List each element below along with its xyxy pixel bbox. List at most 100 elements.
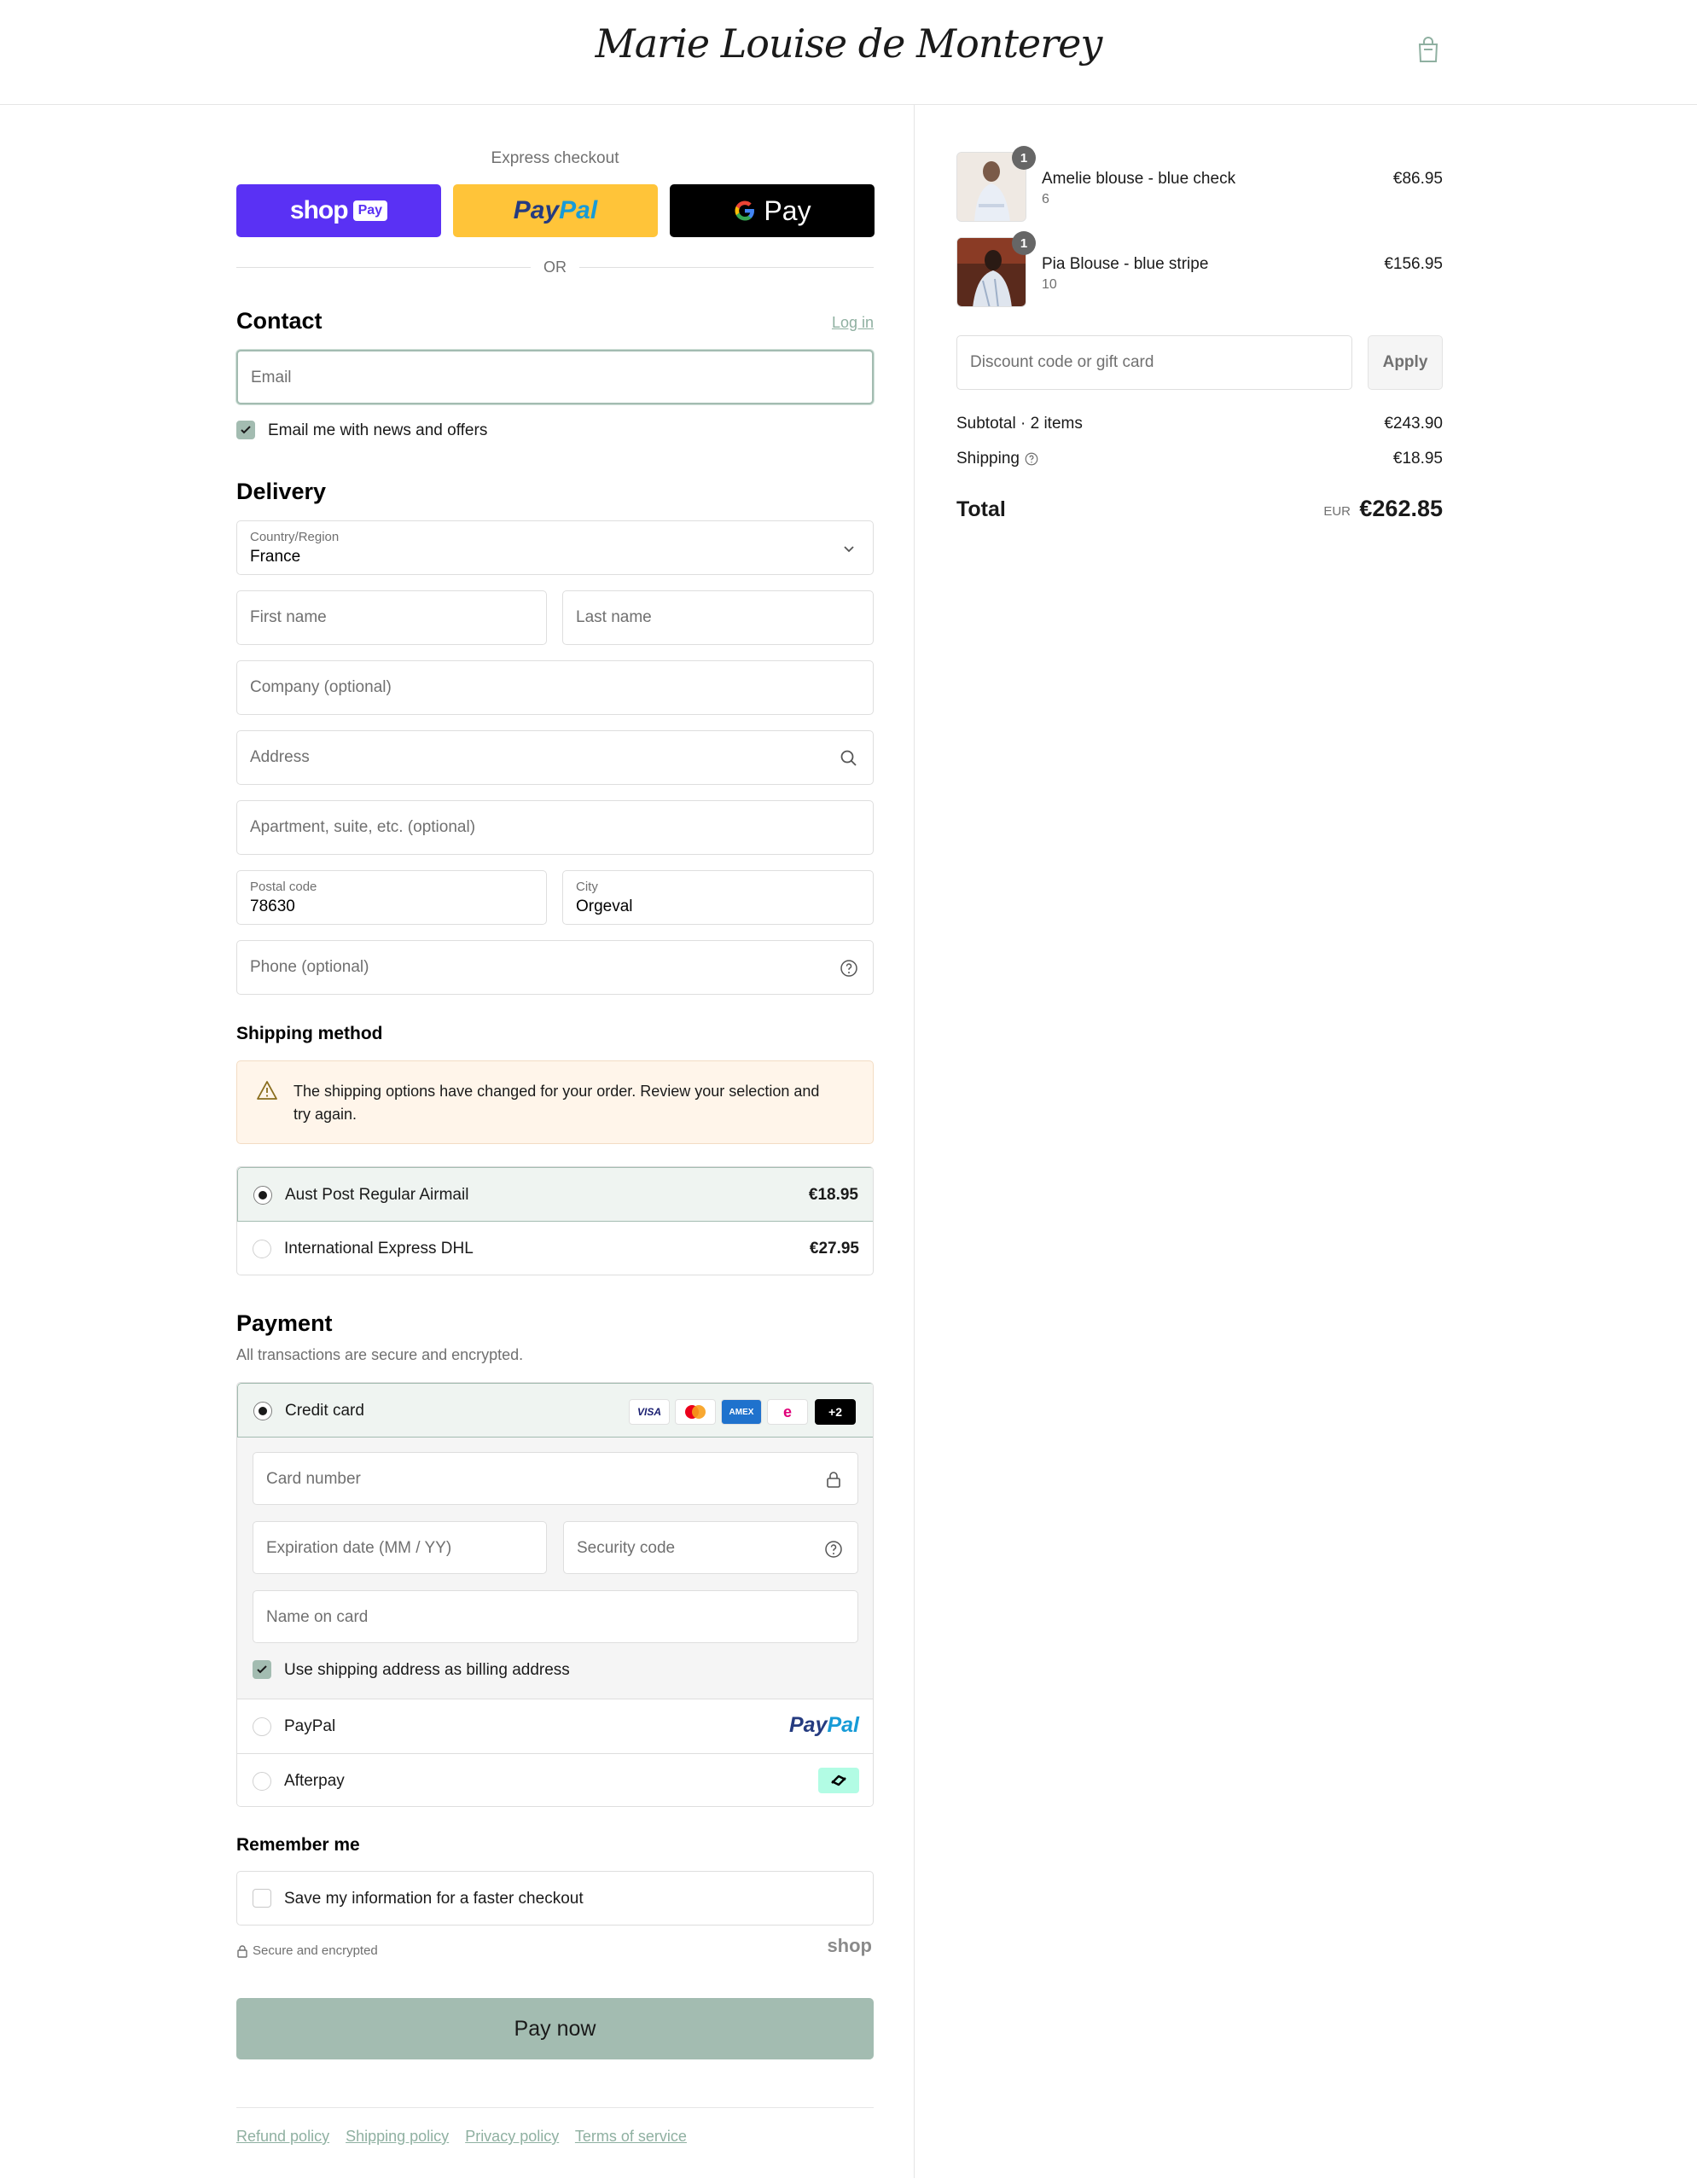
total-value: €262.85 xyxy=(1359,496,1443,521)
shipping-option-price: €18.95 xyxy=(808,1186,858,1204)
subtotal-value: €243.90 xyxy=(1384,415,1443,433)
shipping-option-dhl[interactable]: International Express DHL €27.95 xyxy=(237,1222,873,1275)
city-label: City xyxy=(576,880,598,894)
lock-icon xyxy=(237,1945,247,1958)
afterpay-option-label: Afterpay xyxy=(284,1772,345,1790)
item-variant: 10 xyxy=(1042,277,1057,292)
afterpay-payment-option[interactable]: Afterpay xyxy=(237,1753,873,1806)
currency-code: EUR xyxy=(1323,504,1351,519)
refund-policy-link[interactable]: Refund policy xyxy=(236,2128,329,2145)
company-field[interactable]: Company (optional) xyxy=(236,660,874,715)
paypal-logo: PayPal xyxy=(788,1713,859,1737)
country-select[interactable]: Country/Region France xyxy=(236,520,874,575)
chevron-down-icon xyxy=(844,546,854,553)
help-circle-icon[interactable] xyxy=(1024,451,1039,467)
country-value: France xyxy=(250,548,301,566)
address-field[interactable]: Address xyxy=(236,730,874,785)
company-placeholder: Company (optional) xyxy=(250,678,392,696)
shipping-value: €18.95 xyxy=(1392,450,1443,468)
google-pay-button[interactable]: Pay xyxy=(670,184,875,237)
shipping-option-label: International Express DHL xyxy=(284,1240,474,1258)
name-on-card-field[interactable]: Name on card xyxy=(253,1590,858,1643)
express-checkout-title: Express checkout xyxy=(491,149,619,167)
footer-links: Refund policy Shipping policy Privacy po… xyxy=(236,2128,699,2146)
payment-heading: Payment xyxy=(236,1310,333,1336)
last-name-field[interactable]: Last name xyxy=(562,590,874,645)
paypal-express-button[interactable]: PayPal xyxy=(453,184,658,237)
billing-label: Use shipping address as billing address xyxy=(284,1661,570,1679)
card-number-placeholder: Card number xyxy=(266,1470,361,1488)
item-name: Pia Blouse - blue stripe xyxy=(1042,255,1209,273)
radio-unselected[interactable] xyxy=(253,1240,271,1258)
discount-code-field[interactable]: Discount code or gift card xyxy=(956,335,1352,390)
pay-now-button[interactable]: Pay now xyxy=(236,1998,874,2059)
total-label: Total xyxy=(956,497,1006,521)
shipping-options: Aust Post Regular Airmail €18.95 Interna… xyxy=(236,1166,874,1275)
item-quantity-badge: 1 xyxy=(1012,231,1036,255)
store-logo[interactable]: Marie Louise de Monterey xyxy=(0,20,1697,67)
news-label: Email me with news and offers xyxy=(268,421,488,439)
city-field[interactable]: City Orgeval xyxy=(562,870,874,925)
credit-card-form: Card number Expiration date (MM / YY) Se… xyxy=(237,1438,873,1699)
or-separator: OR xyxy=(543,258,567,276)
radio-selected[interactable] xyxy=(253,1402,272,1420)
phone-field[interactable]: Phone (optional) xyxy=(236,940,874,995)
country-label: Country/Region xyxy=(250,530,340,544)
secure-text: Secure and encrypted xyxy=(253,1943,378,1958)
login-link[interactable]: Log in xyxy=(832,314,874,332)
discount-placeholder: Discount code or gift card xyxy=(970,353,1154,371)
subtotal-label: Subtotal · 2 items xyxy=(956,415,1083,433)
save-info-checkbox[interactable] xyxy=(253,1889,271,1908)
google-g-icon xyxy=(735,200,755,221)
credit-card-option[interactable]: Credit card VISA AMEX e +2 xyxy=(237,1383,873,1438)
afterpay-logo-icon xyxy=(818,1768,859,1793)
item-variant: 6 xyxy=(1042,192,1049,206)
item-price: €86.95 xyxy=(1392,170,1443,188)
apartment-placeholder: Apartment, suite, etc. (optional) xyxy=(250,818,476,836)
save-info-box: Save my information for a faster checkou… xyxy=(236,1871,874,1926)
news-checkbox[interactable] xyxy=(236,421,255,439)
help-circle-icon[interactable] xyxy=(823,1539,844,1560)
terms-of-service-link[interactable]: Terms of service xyxy=(575,2128,687,2145)
postal-code-value: 78630 xyxy=(250,897,295,915)
item-quantity-badge: 1 xyxy=(1012,146,1036,170)
first-name-field[interactable]: First name xyxy=(236,590,547,645)
shop-logo: shop xyxy=(827,1935,872,1956)
delivery-heading: Delivery xyxy=(236,479,327,504)
more-cards-badge: +2 xyxy=(815,1399,856,1425)
help-circle-icon[interactable] xyxy=(839,958,859,979)
postal-code-label: Postal code xyxy=(250,880,317,894)
warning-icon xyxy=(257,1081,277,1100)
item-price: €156.95 xyxy=(1384,255,1443,273)
address-placeholder: Address xyxy=(250,748,310,766)
column-divider xyxy=(914,105,915,2178)
shipping-policy-link[interactable]: Shipping policy xyxy=(346,2128,449,2145)
paypal-wordmark: PayPal xyxy=(513,196,598,224)
shop-pay-button[interactable]: shop Pay xyxy=(236,184,441,237)
check-icon xyxy=(257,1665,267,1674)
save-info-label: Save my information for a faster checkou… xyxy=(284,1890,584,1908)
card-number-field[interactable]: Card number xyxy=(253,1452,858,1505)
radio-unselected[interactable] xyxy=(253,1717,271,1736)
billing-checkbox[interactable] xyxy=(253,1660,271,1679)
privacy-policy-link[interactable]: Privacy policy xyxy=(465,2128,559,2145)
contact-heading: Contact xyxy=(236,308,323,334)
expiry-field[interactable]: Expiration date (MM / YY) xyxy=(253,1521,547,1574)
radio-unselected[interactable] xyxy=(253,1772,271,1791)
radio-selected[interactable] xyxy=(253,1186,272,1205)
shipping-option-label: Aust Post Regular Airmail xyxy=(285,1186,469,1204)
amex-icon: AMEX xyxy=(721,1399,762,1425)
shipping-method-heading: Shipping method xyxy=(236,1024,383,1043)
ehpaya-icon: e xyxy=(767,1399,808,1425)
email-field[interactable]: Email xyxy=(236,350,874,404)
apartment-field[interactable]: Apartment, suite, etc. (optional) xyxy=(236,800,874,855)
security-code-placeholder: Security code xyxy=(577,1539,676,1557)
apply-discount-button[interactable]: Apply xyxy=(1368,335,1443,390)
payment-methods: Credit card VISA AMEX e +2 Card number E… xyxy=(236,1382,874,1807)
postal-code-field[interactable]: Postal code 78630 xyxy=(236,870,547,925)
paypal-payment-option[interactable]: PayPal PayPal xyxy=(237,1699,873,1753)
security-code-field[interactable]: Security code xyxy=(563,1521,858,1574)
shopping-bag-icon[interactable] xyxy=(1415,36,1442,65)
shipping-option-aust-post[interactable]: Aust Post Regular Airmail €18.95 xyxy=(237,1167,873,1222)
last-name-placeholder: Last name xyxy=(576,608,652,626)
